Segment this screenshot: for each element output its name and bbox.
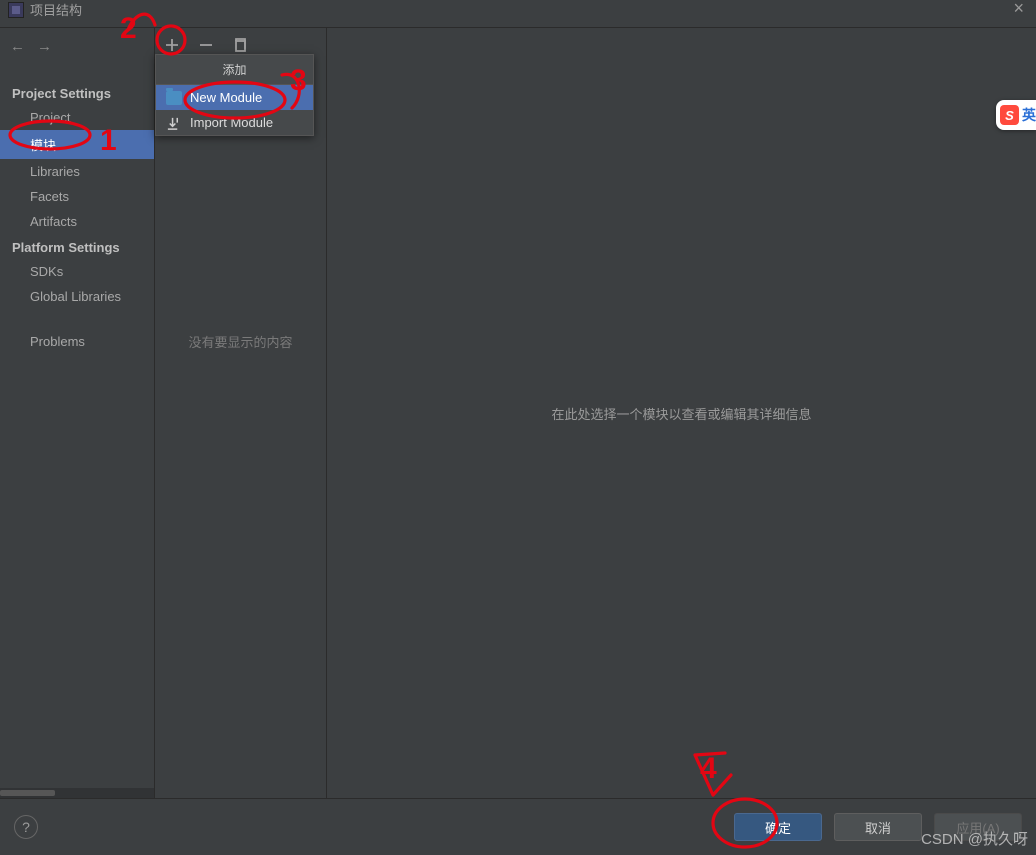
add-button[interactable] bbox=[163, 36, 181, 54]
forward-arrow-icon[interactable]: → bbox=[37, 38, 52, 55]
popup-import-module-label: Import Module bbox=[190, 115, 273, 130]
module-detail-hint: 在此处选择一个模块以查看或编辑其详细信息 bbox=[551, 404, 811, 423]
sidebar-heading-platform: Platform Settings bbox=[0, 234, 154, 259]
popup-item-new-module[interactable]: New Module bbox=[156, 85, 313, 110]
back-arrow-icon[interactable]: ← bbox=[10, 38, 25, 55]
sidebar-scrollbar[interactable] bbox=[0, 788, 154, 798]
sidebar-item-modules[interactable]: 模块 bbox=[0, 130, 154, 159]
module-list-panel: 没有要显示的内容 bbox=[155, 28, 327, 798]
copy-button[interactable] bbox=[231, 36, 249, 54]
dialog-button-bar: ? 确定 取消 应用(A) bbox=[0, 798, 1036, 855]
nav-history: ← → bbox=[10, 38, 52, 55]
popup-item-import-module[interactable]: Import Module bbox=[156, 110, 313, 135]
sidebar: ← → Project Settings Project 模块 Librarie… bbox=[0, 28, 155, 798]
sidebar-heading-project: Project Settings bbox=[0, 80, 154, 105]
ime-logo-icon: S bbox=[1000, 105, 1019, 125]
window-title: 项目结构 bbox=[30, 0, 82, 19]
ok-button[interactable]: 确定 bbox=[734, 813, 822, 841]
content-container: ← → Project Settings Project 模块 Librarie… bbox=[0, 28, 1036, 798]
sidebar-item-libraries[interactable]: Libraries bbox=[0, 159, 154, 184]
ime-badge[interactable]: S 英 bbox=[996, 100, 1036, 130]
copy-icon bbox=[232, 37, 248, 53]
minus-icon bbox=[198, 37, 214, 53]
apply-button[interactable]: 应用(A) bbox=[934, 813, 1022, 841]
cancel-label: 取消 bbox=[865, 818, 891, 837]
ok-label: 确定 bbox=[765, 818, 791, 837]
import-icon bbox=[166, 116, 182, 130]
help-button[interactable]: ? bbox=[14, 815, 38, 839]
popup-new-module-label: New Module bbox=[190, 90, 262, 105]
sidebar-item-artifacts[interactable]: Artifacts bbox=[0, 209, 154, 234]
sidebar-item-facets[interactable]: Facets bbox=[0, 184, 154, 209]
folder-icon bbox=[166, 91, 182, 105]
sidebar-item-project[interactable]: Project bbox=[0, 105, 154, 130]
titlebar: 项目结构 × bbox=[0, 0, 1036, 28]
cancel-button[interactable]: 取消 bbox=[834, 813, 922, 841]
sidebar-item-global-libraries[interactable]: Global Libraries bbox=[0, 284, 154, 309]
sidebar-item-sdks[interactable]: SDKs bbox=[0, 259, 154, 284]
remove-button[interactable] bbox=[197, 36, 215, 54]
sidebar-item-problems[interactable]: Problems bbox=[0, 329, 154, 354]
app-icon bbox=[8, 2, 24, 18]
main-panel: 在此处选择一个模块以查看或编辑其详细信息 bbox=[327, 28, 1036, 798]
plus-icon bbox=[164, 37, 180, 53]
help-icon: ? bbox=[22, 819, 30, 835]
apply-label: 应用(A) bbox=[956, 818, 999, 837]
popup-title: 添加 bbox=[156, 55, 313, 85]
ime-mode-label: 英 bbox=[1022, 105, 1036, 125]
add-popup-menu: 添加 New Module Import Module bbox=[155, 54, 314, 136]
close-icon[interactable]: × bbox=[1013, 0, 1028, 16]
